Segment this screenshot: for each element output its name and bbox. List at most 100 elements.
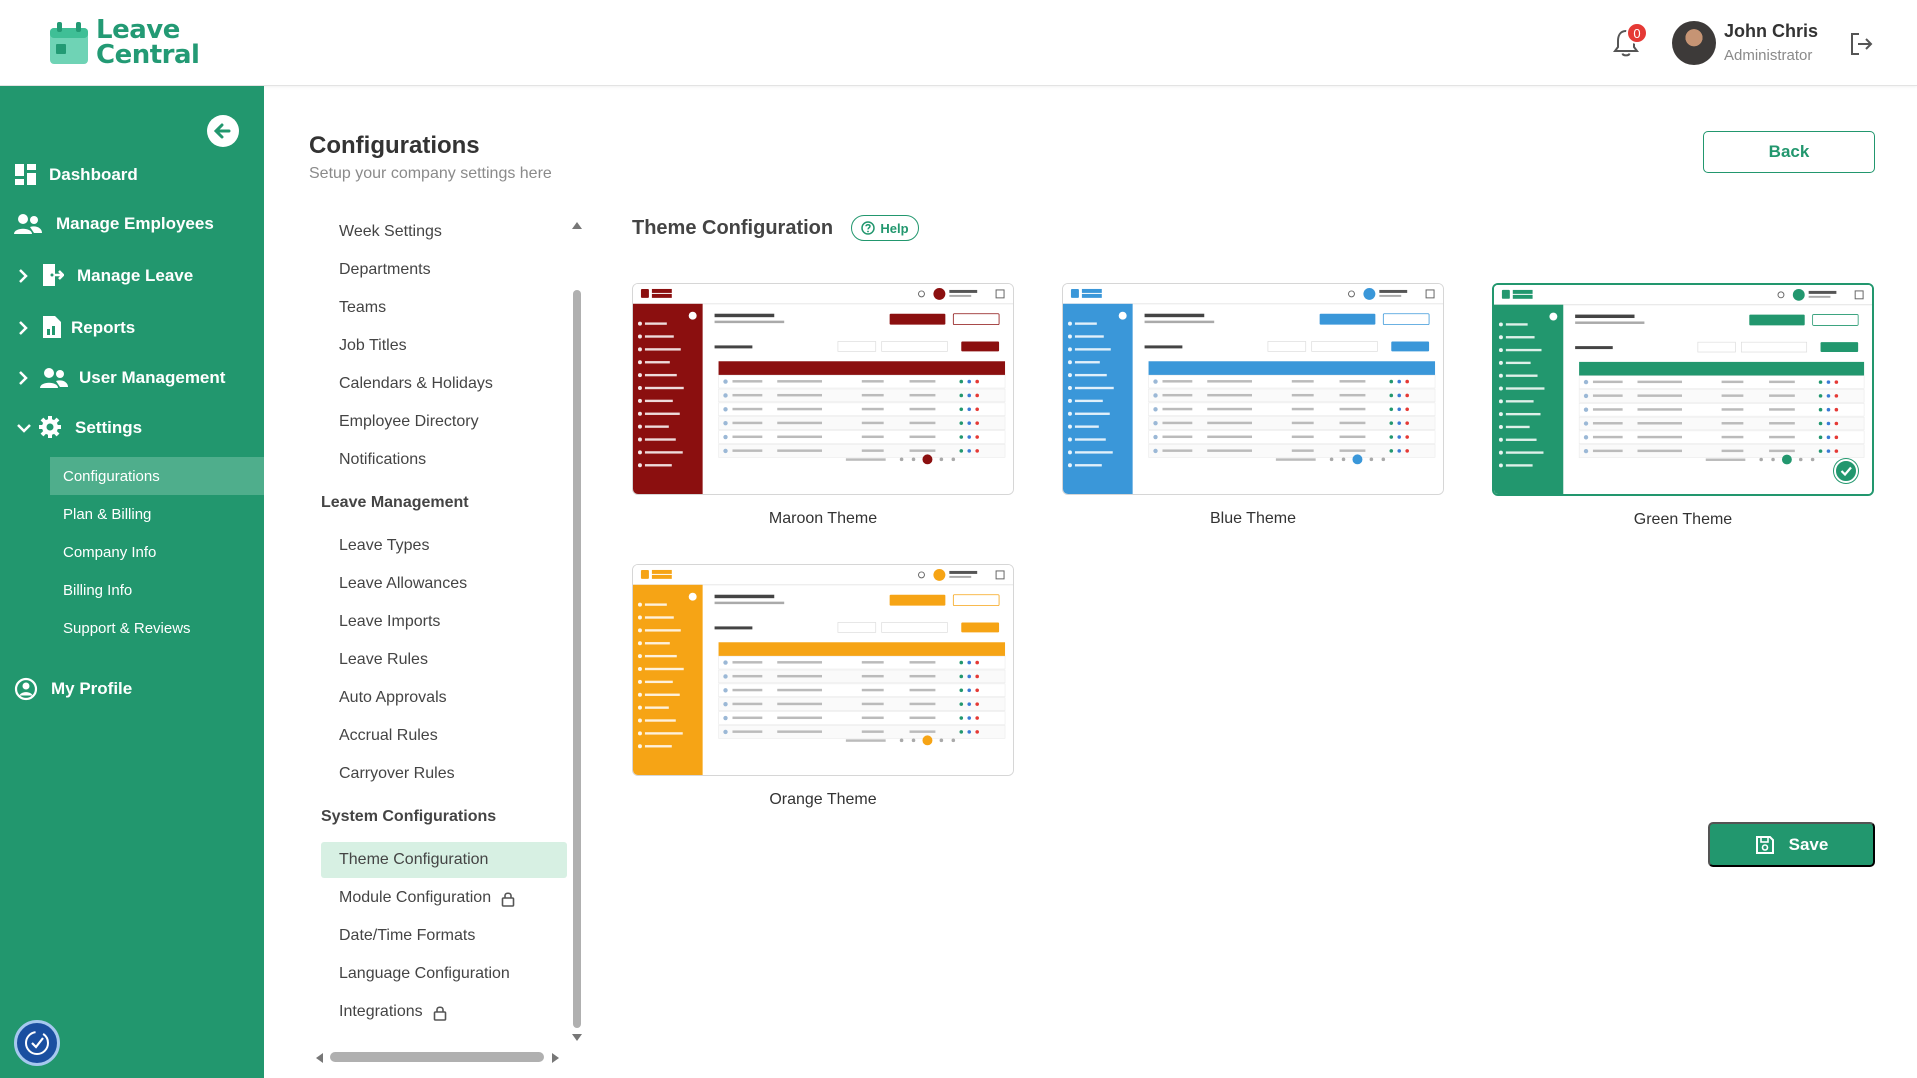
menu-item-language-configuration[interactable]: Language Configuration <box>309 956 567 992</box>
user-name: John Chris <box>1724 21 1819 41</box>
sidebar-item-dashboard[interactable]: Dashboard <box>0 157 264 193</box>
theme-label-green: Green Theme <box>1633 511 1733 528</box>
lock-icon <box>501 892 515 907</box>
sidebar-item-label: Settings <box>75 418 143 437</box>
menu-item-leave-allowances[interactable]: Leave Allowances <box>309 566 567 602</box>
theme-card-maroon[interactable] <box>632 283 1014 495</box>
theme-card-blue[interactable] <box>1062 283 1444 495</box>
door-exit-icon <box>43 264 64 286</box>
sidebar-subitem-company-info[interactable]: Company Info <box>50 533 264 571</box>
dashboard-icon <box>15 164 36 185</box>
users-icon <box>40 368 68 388</box>
menu-item-leave-imports[interactable]: Leave Imports <box>309 604 567 640</box>
menu-item-accrual-rules[interactable]: Accrual Rules <box>309 718 567 754</box>
help-button[interactable]: Help <box>851 215 919 241</box>
sidebar-item-user-management[interactable]: User Management <box>0 360 264 396</box>
theme-label-maroon: Maroon Theme <box>768 510 878 527</box>
menu-item-carryover-rules[interactable]: Carryover Rules <box>309 756 567 792</box>
settings-menu: Week Settings Departments Teams Job Titl… <box>309 210 587 1062</box>
chevron-right-icon <box>19 371 28 385</box>
page-title: Configurations <box>309 132 480 159</box>
menu-heading-leave-management: Leave Management <box>321 494 469 511</box>
scroll-down-icon[interactable] <box>572 1034 582 1041</box>
scroll-up-icon[interactable] <box>572 222 582 229</box>
menu-item-integrations[interactable]: Integrations <box>309 994 567 1030</box>
scroll-right-icon[interactable] <box>552 1053 559 1063</box>
question-circle-icon <box>861 221 876 235</box>
report-icon <box>43 316 61 338</box>
vertical-scrollbar[interactable] <box>573 290 581 1028</box>
user-circle-icon <box>14 677 38 701</box>
menu-item-leave-types[interactable]: Leave Types <box>309 528 567 564</box>
help-label: Help <box>880 220 909 236</box>
horizontal-scrollbar[interactable] <box>330 1052 544 1062</box>
theme-section-title: Theme Configuration <box>632 217 834 239</box>
collapse-sidebar-button[interactable] <box>207 115 239 147</box>
app-logo[interactable]: Leave Central <box>48 17 200 70</box>
sidebar: Dashboard Manage Employees Manage Leave … <box>0 86 264 1078</box>
menu-item-leave-rules[interactable]: Leave Rules <box>309 642 567 678</box>
users-icon <box>14 214 42 234</box>
theme-preview-image <box>633 284 1013 494</box>
theme-preview-image <box>633 565 1013 775</box>
logo-line-2: Central <box>96 40 200 70</box>
top-header: Leave Central 0 John Chris Administrator <box>0 0 1917 86</box>
sidebar-item-manage-leave[interactable]: Manage Leave <box>0 258 264 294</box>
sidebar-item-reports[interactable]: Reports <box>0 310 264 346</box>
lock-icon <box>433 1006 446 1021</box>
back-button[interactable]: Back <box>1703 131 1875 173</box>
menu-item-module-configuration[interactable]: Module Configuration <box>309 880 567 916</box>
floppy-disk-icon <box>1755 835 1774 854</box>
logout-icon[interactable] <box>1848 31 1874 57</box>
menu-item-teams[interactable]: Teams <box>309 290 567 326</box>
avatar[interactable] <box>1672 21 1716 65</box>
menu-item-employee-directory[interactable]: Employee Directory <box>309 404 567 440</box>
theme-card-green[interactable] <box>1492 283 1874 496</box>
sidebar-item-label: User Management <box>79 368 226 387</box>
arrow-left-icon <box>213 123 231 139</box>
theme-card-orange[interactable] <box>632 564 1014 776</box>
menu-heading-system-configurations: System Configurations <box>321 808 497 825</box>
gear-icon <box>39 416 61 438</box>
theme-label-blue: Blue Theme <box>1210 510 1296 527</box>
menu-item-job-titles[interactable]: Job Titles <box>309 328 567 364</box>
menu-item-week-settings[interactable]: Week Settings <box>309 214 567 250</box>
sidebar-item-label: Manage Leave <box>77 266 194 285</box>
accessibility-icon <box>25 1031 49 1055</box>
sidebar-item-label: Reports <box>71 318 136 337</box>
theme-preview-image <box>1063 284 1443 494</box>
menu-item-theme-configuration[interactable]: Theme Configuration <box>321 842 567 878</box>
sidebar-subitem-configurations[interactable]: Configurations <box>50 457 264 495</box>
chevron-down-icon <box>17 424 31 433</box>
sidebar-item-my-profile[interactable]: My Profile <box>0 671 264 707</box>
chevron-right-icon <box>19 269 28 283</box>
sidebar-subitem-plan-billing[interactable]: Plan & Billing <box>50 495 264 533</box>
menu-item-departments[interactable]: Departments <box>309 252 567 288</box>
sidebar-item-settings[interactable]: Settings <box>0 410 264 446</box>
accessibility-button[interactable] <box>14 1020 60 1066</box>
scroll-left-icon[interactable] <box>316 1053 323 1063</box>
sidebar-subitem-support-reviews[interactable]: Support & Reviews <box>50 609 264 647</box>
menu-item-calendars-holidays[interactable]: Calendars & Holidays <box>309 366 567 402</box>
page-subtitle: Setup your company settings here <box>309 165 552 182</box>
sidebar-item-label: Dashboard <box>49 165 138 184</box>
save-button[interactable]: Save <box>1708 822 1875 867</box>
menu-item-label: Integrations <box>339 1003 423 1020</box>
sidebar-item-label: My Profile <box>51 679 133 698</box>
theme-label-orange: Orange Theme <box>769 791 877 808</box>
notification-badge: 0 <box>1626 22 1648 44</box>
user-role: Administrator <box>1724 47 1813 64</box>
chevron-right-icon <box>19 321 28 335</box>
sidebar-item-manage-employees[interactable]: Manage Employees <box>0 206 264 242</box>
selected-check-icon <box>1834 459 1858 483</box>
sidebar-item-label: Manage Employees <box>56 214 214 233</box>
menu-item-notifications[interactable]: Notifications <box>309 442 567 478</box>
calendar-logo-icon <box>48 20 90 66</box>
menu-item-auto-approvals[interactable]: Auto Approvals <box>309 680 567 716</box>
menu-item-label: Module Configuration <box>339 889 492 906</box>
logo-text: Leave Central <box>96 17 200 70</box>
menu-item-date-time-formats[interactable]: Date/Time Formats <box>309 918 567 954</box>
sidebar-subitem-billing-info[interactable]: Billing Info <box>50 571 264 609</box>
theme-preview-image <box>1494 285 1872 494</box>
save-label: Save <box>1788 834 1829 854</box>
